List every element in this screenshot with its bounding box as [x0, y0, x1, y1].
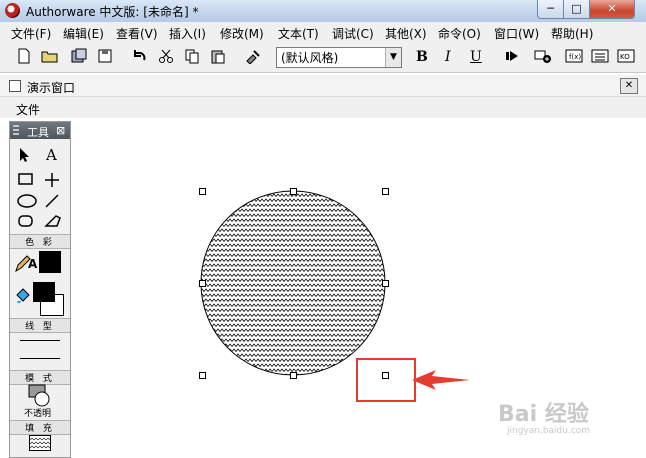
presentation-menu-file[interactable]: 文件: [16, 101, 40, 118]
menu-debug[interactable]: 调试(C): [332, 25, 374, 42]
text-tool[interactable]: A: [46, 146, 57, 164]
text-color-label: A: [28, 257, 38, 271]
menu-modify[interactable]: 修改(M): [220, 25, 264, 42]
presentation-close-button[interactable]: ✕: [620, 78, 638, 94]
italic-button[interactable]: I: [445, 49, 451, 65]
undo-icon[interactable]: [131, 48, 149, 66]
toolbar: (默认风格) ▼ B I U f(x) KO: [0, 43, 646, 73]
menu-command[interactable]: 命令(O): [438, 25, 481, 42]
paint-bucket-icon[interactable]: [13, 287, 33, 309]
menu-bar: 文件(F) 编辑(E) 查看(V) 插入(I) 修改(M) 文本(T) 调试(C…: [0, 22, 646, 43]
paste-icon[interactable]: [209, 48, 227, 66]
opaque-mode-icon[interactable]: [28, 384, 52, 408]
presentation-window-icon: [9, 80, 21, 92]
close-button[interactable]: ✕: [589, 0, 635, 19]
title-bar: Authorware 中文版: [未命名] * ─ □ ✕: [0, 0, 646, 23]
variables-icon[interactable]: [591, 48, 609, 66]
selection-handle[interactable]: [382, 188, 389, 195]
svg-text:KO: KO: [620, 53, 630, 61]
knowledge-object-icon[interactable]: KO: [617, 48, 635, 66]
menu-insert[interactable]: 插入(I): [169, 25, 206, 42]
open-folder-icon[interactable]: [41, 48, 59, 66]
menu-file[interactable]: 文件(F): [11, 25, 51, 42]
svg-text:f(x): f(x): [569, 53, 581, 61]
menu-view[interactable]: 查看(V): [116, 25, 158, 42]
watermark-logo: Bai 经验: [498, 402, 589, 427]
polygon-tool-icon[interactable]: [44, 214, 66, 232]
fill-section-label: 填 充: [10, 420, 70, 435]
watermark-url: jingyan.baidu.com: [507, 426, 591, 436]
selection-handle[interactable]: [199, 280, 206, 287]
app-icon: [5, 3, 20, 18]
crosshair-tool-icon[interactable]: [44, 172, 66, 190]
import-icon[interactable]: [70, 48, 88, 66]
restart-icon[interactable]: [503, 48, 521, 66]
red-arrow: [412, 370, 470, 390]
foreground-color-swatch[interactable]: [33, 282, 55, 302]
rounded-rectangle-tool-icon[interactable]: [17, 214, 39, 232]
maximize-button[interactable]: □: [563, 0, 590, 19]
selection-handle[interactable]: [290, 372, 297, 379]
menu-other[interactable]: 其他(X): [385, 25, 427, 42]
control-panel-icon[interactable]: [534, 48, 552, 66]
line-style-medium[interactable]: [20, 358, 60, 359]
stroke-color-swatch[interactable]: [39, 251, 61, 273]
fill-pattern-icon[interactable]: [29, 435, 51, 451]
menu-text[interactable]: 文本(T): [278, 25, 319, 42]
underline-button[interactable]: U: [470, 49, 482, 65]
color-section-label: 色 彩: [10, 234, 70, 249]
window-title: Authorware 中文版: [未命名] *: [26, 5, 199, 19]
grip-icon[interactable]: [13, 125, 19, 136]
chevron-down-icon[interactable]: ▼: [385, 48, 401, 67]
cut-icon[interactable]: [157, 48, 175, 66]
save-icon[interactable]: [96, 48, 114, 66]
menu-window[interactable]: 窗口(W): [494, 25, 539, 42]
highlight-box: [356, 358, 416, 402]
ellipse-tool-icon[interactable]: [17, 193, 39, 211]
menu-help[interactable]: 帮助(H): [551, 25, 593, 42]
style-dropdown[interactable]: (默认风格) ▼: [276, 47, 402, 68]
line-style-section-label: 线 型: [10, 318, 70, 333]
presentation-menu-bar: 文件: [0, 97, 646, 118]
style-dropdown-value: (默认风格): [281, 51, 339, 65]
tools-palette-title: 工具: [27, 126, 49, 139]
copy-icon[interactable]: [183, 48, 201, 66]
line-style-thin[interactable]: [20, 340, 60, 341]
selection-handle[interactable]: [199, 188, 206, 195]
mode-value: 不透明: [24, 409, 52, 419]
selection-handle[interactable]: [382, 280, 389, 287]
selection-handle[interactable]: [199, 372, 206, 379]
minimize-button[interactable]: ─: [537, 0, 564, 19]
menu-edit[interactable]: 编辑(E): [63, 25, 104, 42]
presentation-window-title: 演示窗口: [27, 81, 76, 95]
line-tool-icon[interactable]: [44, 193, 66, 211]
selection-handle[interactable]: [290, 188, 297, 195]
find-replace-icon[interactable]: [245, 48, 263, 66]
presentation-window-titlebar: 演示窗口 ✕: [0, 75, 646, 97]
hatched-circle: [200, 190, 386, 376]
mode-section-label: 模 式: [10, 370, 70, 385]
tools-palette: 工具 ⊠ A 色 彩 A 线 型 模 式 不透明 填 充: [9, 121, 71, 458]
tools-palette-header[interactable]: 工具 ⊠: [10, 122, 70, 139]
functions-icon[interactable]: f(x): [565, 48, 583, 66]
new-file-icon[interactable]: [15, 48, 33, 66]
tools-close-button[interactable]: ⊠: [56, 124, 65, 137]
bold-button[interactable]: B: [416, 49, 428, 65]
pointer-tool-icon[interactable]: [17, 147, 39, 165]
rectangle-tool-icon[interactable]: [17, 172, 39, 190]
